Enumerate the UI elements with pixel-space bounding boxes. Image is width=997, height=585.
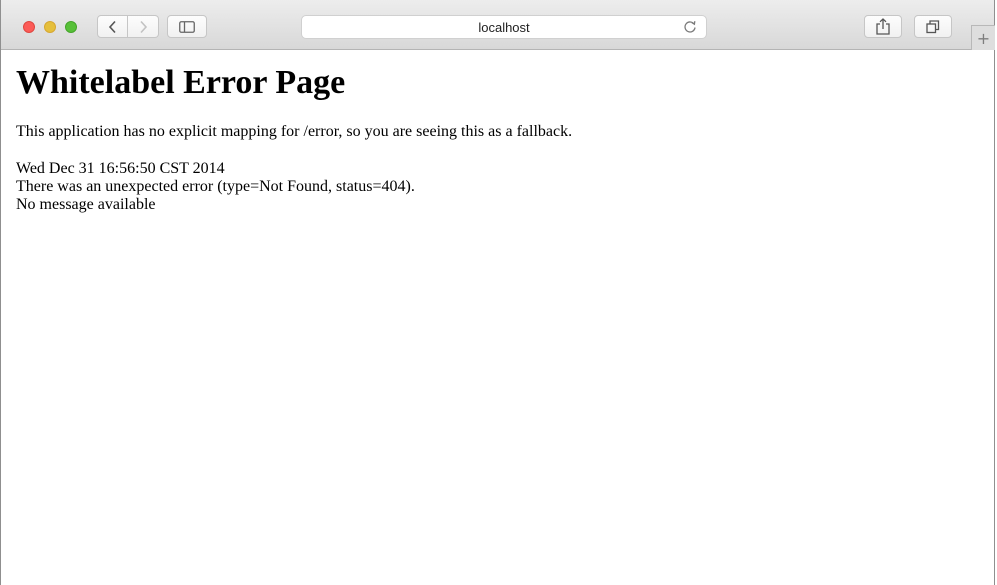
page-content: Whitelabel Error Page This application h… bbox=[16, 50, 984, 214]
forward-button[interactable] bbox=[128, 15, 159, 38]
reload-icon[interactable] bbox=[682, 19, 698, 35]
share-icon bbox=[876, 18, 890, 35]
minimize-window-button[interactable] bbox=[44, 21, 56, 33]
share-button[interactable] bbox=[864, 15, 902, 38]
page-title: Whitelabel Error Page bbox=[16, 64, 346, 101]
error-description: There was an unexpected error (type=Not … bbox=[16, 178, 415, 195]
chevron-right-icon bbox=[140, 20, 148, 33]
address-text: localhost bbox=[478, 19, 530, 35]
browser-toolbar: localhost + bbox=[1, 0, 995, 50]
error-message: No message available bbox=[16, 196, 156, 213]
close-window-button[interactable] bbox=[23, 21, 35, 33]
plus-icon: + bbox=[976, 28, 991, 48]
sidebar-icon bbox=[179, 20, 195, 33]
chevron-left-icon bbox=[108, 20, 116, 33]
error-timestamp: Wed Dec 31 16:56:50 CST 2014 bbox=[16, 160, 225, 177]
new-tab-button[interactable]: + bbox=[971, 25, 995, 50]
tabs-overview-button[interactable] bbox=[914, 15, 952, 38]
address-bar[interactable]: localhost bbox=[301, 15, 707, 39]
tabs-overview-icon bbox=[926, 19, 940, 33]
maximize-window-button[interactable] bbox=[65, 21, 77, 33]
browser-window: localhost + Whitelabel Error Page This a… bbox=[0, 0, 995, 585]
error-details: Wed Dec 31 16:56:50 CST 2014 There was a… bbox=[16, 160, 984, 214]
navigation-buttons bbox=[97, 15, 159, 38]
page-description: This application has no explicit mapping… bbox=[16, 123, 573, 140]
sidebar-toggle-button[interactable] bbox=[167, 15, 207, 38]
back-button[interactable] bbox=[97, 15, 128, 38]
